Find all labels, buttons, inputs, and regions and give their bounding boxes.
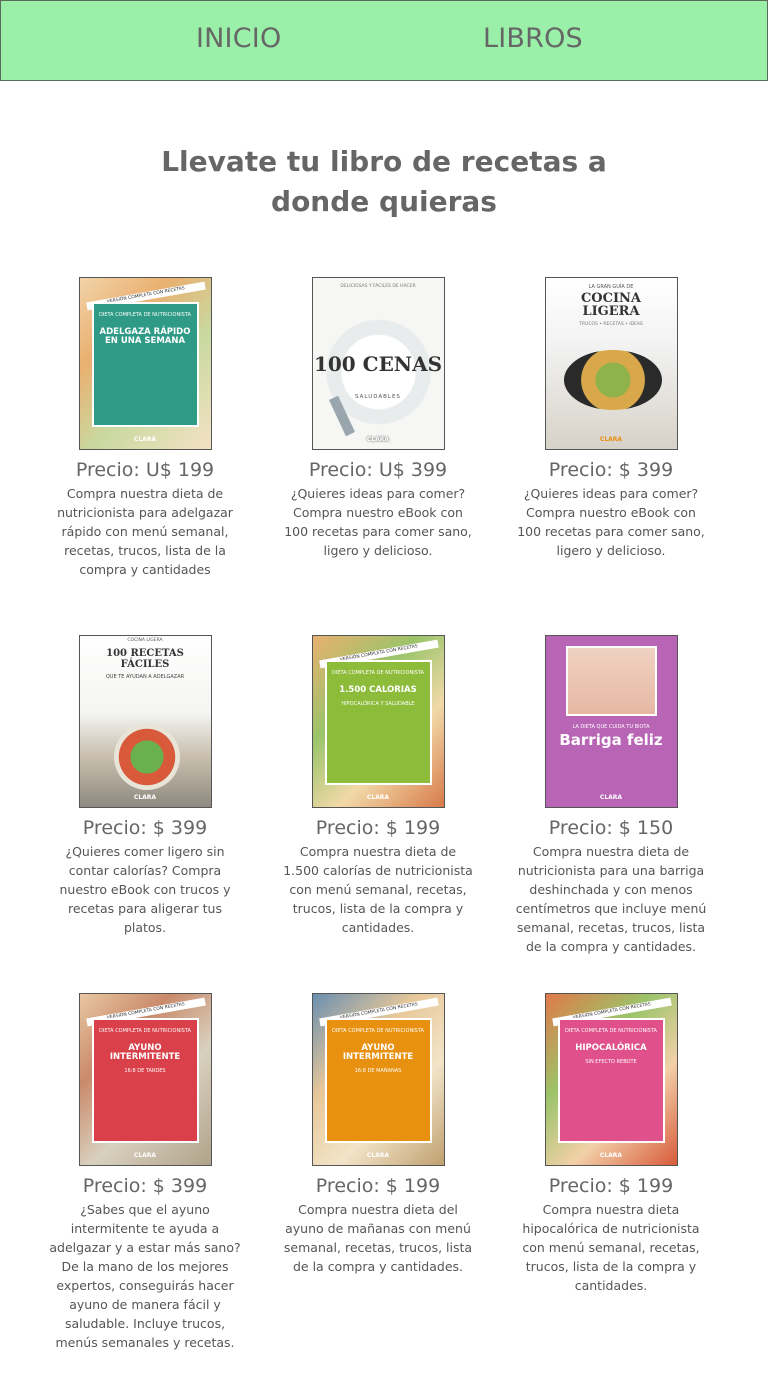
cover-subtitle: SIN EFECTO REBOTE: [585, 1059, 637, 1065]
cover-panel: DIETA COMPLETA DE NUTRICIONISTA ADELGAZA…: [91, 302, 199, 427]
cover-panel: DIETA COMPLETA DE NUTRICIONISTA HIPOCALÓ…: [557, 1018, 665, 1143]
cover-photo-frame: [565, 646, 657, 716]
cover-brand: CLARA: [599, 1152, 623, 1159]
book-description: ¿Sabes que el ayuno intermitente te ayud…: [49, 1202, 241, 1350]
book-price: Precio: $ 399: [548, 459, 674, 481]
book-cover-100-cenas[interactable]: DELICIOSAS Y FÁCILES DE HACER 100 CENAS …: [311, 277, 445, 450]
book-cover-hipocalorica[interactable]: VERSIÓN COMPLETA CON RECETAS DIETA COMPL…: [544, 993, 678, 1166]
book-price: Precio: U$ 199: [75, 459, 215, 481]
cover-small-text: DIETA COMPLETA DE NUTRICIONISTA: [332, 670, 424, 676]
book-card: VERSIÓN COMPLETA CON RECETAS DIETA COMPL…: [278, 635, 478, 937]
book-cover-barriga-feliz[interactable]: LA DIETA QUE CUIDA TU BIOTA Barriga feli…: [544, 635, 678, 808]
cover-panel: DIETA COMPLETA DE NUTRICIONISTA AYUNO IN…: [91, 1018, 199, 1143]
cover-brand: CLARA: [599, 436, 623, 443]
book-price: Precio: $ 399: [82, 1175, 208, 1197]
bowl-shape: [113, 724, 180, 790]
book-description: ¿Quieres comer ligero sin contar caloría…: [59, 844, 231, 935]
cover-subtitle: 16:8 DE TARDES: [124, 1068, 166, 1074]
book-cover-cocina-ligera[interactable]: LA GRAN GUÍA DE COCINA LIGERA TRUCOS • R…: [544, 277, 678, 450]
book-price: Precio: $ 199: [315, 817, 441, 839]
page-title-line-2: donde quieras: [271, 185, 497, 218]
cover-subtitle: 16:8 DE MAÑANAS: [354, 1068, 402, 1074]
cover-title: 100 RECETAS FÁCILES: [106, 648, 184, 670]
cover-brand: CLARA: [366, 436, 390, 443]
cover-brand: CLARA: [366, 1152, 390, 1159]
book-description: ¿Quieres ideas para comer? Compra nuestr…: [517, 486, 705, 558]
book-card: VERSIÓN COMPLETA CON RECETAS DIETA COMPL…: [278, 993, 478, 1276]
cover-title: HIPOCALÓRICA: [575, 1043, 647, 1053]
navbar: INICIO LIBROS: [0, 0, 768, 81]
cover-top-text: COCINA LIGERA: [127, 638, 163, 643]
cover-title: AYUNO INTERMITENTE: [109, 1043, 181, 1062]
nav-link-inicio[interactable]: INICIO: [196, 23, 281, 54]
cover-brand: CLARA: [366, 794, 390, 801]
cover-small-text: DIETA COMPLETA DE NUTRICIONISTA: [565, 1028, 657, 1034]
cover-subtitle: TRUCOS • RECETAS • IDEAS: [579, 322, 643, 327]
cover-title: 1.500 CALORIAS: [339, 685, 417, 695]
wok-shape: [563, 350, 662, 410]
book-cover-100-recetas[interactable]: COCINA LIGERA 100 RECETAS FÁCILES QUE TE…: [78, 635, 212, 808]
cover-brand: CLARA: [133, 436, 157, 443]
cover-small-text: DIETA COMPLETA DE NUTRICIONISTA: [332, 1028, 424, 1034]
cover-subtitle: QUE TE AYUDAN A ADELGAZAR: [105, 674, 185, 680]
book-price: Precio: $ 199: [315, 1175, 441, 1197]
book-description: Compra nuestra dieta de nutricionista pa…: [57, 486, 233, 577]
book-description: Compra nuestra dieta hipocalórica de nut…: [522, 1202, 700, 1293]
cover-title: AYUNO INTERMITENTE: [342, 1043, 414, 1062]
nav-link-libros[interactable]: LIBROS: [483, 23, 583, 54]
book-description: Compra nuestra dieta de nutricionista pa…: [515, 844, 707, 954]
book-cover-ayuno-mananas[interactable]: VERSIÓN COMPLETA CON RECETAS DIETA COMPL…: [311, 993, 445, 1166]
cover-panel: DIETA COMPLETA DE NUTRICIONISTA AYUNO IN…: [324, 1018, 432, 1143]
book-card: LA DIETA QUE CUIDA TU BIOTA Barriga feli…: [511, 635, 711, 956]
cover-top-text: DELICIOSAS Y FÁCILES DE HACER: [340, 284, 416, 289]
book-price: Precio: $ 150: [548, 817, 674, 839]
book-price: Precio: $ 399: [82, 817, 208, 839]
book-card: VERSIÓN COMPLETA CON RECETAS DIETA COMPL…: [45, 993, 245, 1352]
book-description: Compra nuestra dieta del ayuno de mañana…: [283, 1202, 473, 1274]
book-description: ¿Quieres ideas para comer? Compra nuestr…: [284, 486, 472, 558]
cover-title: COCINA LIGERA: [580, 291, 642, 319]
cover-small-text: DIETA COMPLETA DE NUTRICIONISTA: [99, 1028, 191, 1034]
cover-brand: CLARA: [133, 794, 157, 801]
cover-title: 100 CENAS: [313, 352, 443, 376]
book-card: VERSIÓN COMPLETA CON RECETAS DIETA COMPL…: [511, 993, 711, 1295]
book-price: Precio: $ 199: [548, 1175, 674, 1197]
cover-brand: CLARA: [599, 794, 623, 801]
cover-small-text: DIETA COMPLETA DE NUTRICIONISTA: [99, 312, 191, 318]
cover-top-text: LA GRAN GUÍA DE: [588, 284, 634, 290]
book-cover-1500-calorias[interactable]: VERSIÓN COMPLETA CON RECETAS DIETA COMPL…: [311, 635, 445, 808]
cover-panel: DIETA COMPLETA DE NUTRICIONISTA 1.500 CA…: [324, 660, 432, 785]
cover-brand: CLARA: [133, 1152, 157, 1159]
book-card: COCINA LIGERA 100 RECETAS FÁCILES QUE TE…: [45, 635, 245, 937]
book-card: VERSIÓN COMPLETA CON RECETAS DIETA COMPL…: [45, 277, 245, 579]
page-title-line-1: Llevate tu libro de recetas a: [161, 145, 607, 178]
book-cover-adelgaza[interactable]: VERSIÓN COMPLETA CON RECETAS DIETA COMPL…: [78, 277, 212, 450]
cover-title: ADELGAZA RÁPIDO EN UNA SEMANA: [99, 327, 191, 346]
cover-subtitle: HIPOCALÓRICA Y SALUDABLE: [341, 701, 415, 707]
cover-title: Barriga feliz: [559, 731, 663, 749]
book-card: LA GRAN GUÍA DE COCINA LIGERA TRUCOS • R…: [511, 277, 711, 560]
book-card: DELICIOSAS Y FÁCILES DE HACER 100 CENAS …: [278, 277, 478, 560]
book-cover-ayuno-tardes[interactable]: VERSIÓN COMPLETA CON RECETAS DIETA COMPL…: [78, 993, 212, 1166]
cover-small-text: LA DIETA QUE CUIDA TU BIOTA: [572, 724, 650, 730]
book-description: Compra nuestra dieta de 1.500 calorías d…: [283, 844, 473, 935]
page-title: Llevate tu libro de recetas a donde quie…: [0, 142, 768, 222]
book-price: Precio: U$ 399: [308, 459, 448, 481]
